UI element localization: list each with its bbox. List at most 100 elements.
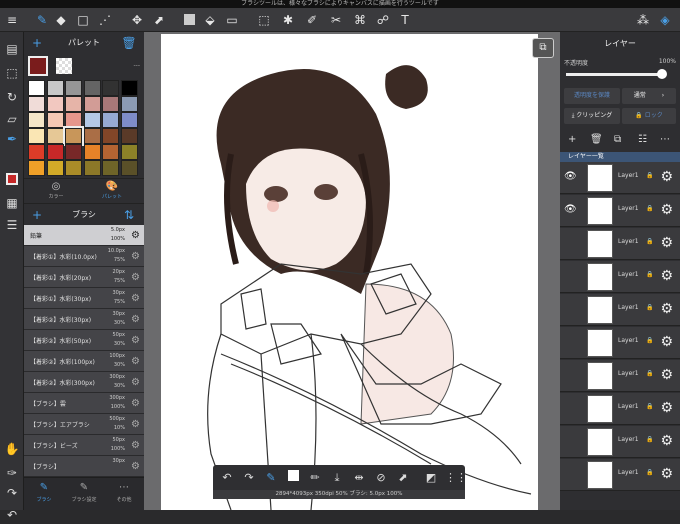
palette-swatch[interactable] [121, 96, 138, 112]
palette-swatch[interactable] [83, 96, 101, 112]
brush-item[interactable]: 【ブラシ】ビーズ 50px 100% ⚙ [24, 435, 144, 456]
palette-swatch[interactable] [83, 80, 101, 96]
palette-swatch[interactable] [121, 112, 138, 128]
pen-tool-icon[interactable]: ⋰ [96, 11, 114, 29]
layer-settings-icon[interactable]: ☷ [638, 134, 647, 145]
fill-color-icon[interactable] [180, 11, 198, 29]
palette-swatch[interactable] [102, 80, 120, 96]
layer-row[interactable]: Layer1 🔒 ⚙ [560, 360, 680, 392]
gear-icon[interactable]: ⚙ [131, 398, 140, 409]
layer-row[interactable]: Layer1 🔒 ⚙ [560, 426, 680, 458]
palette-swatch[interactable] [83, 112, 101, 128]
rotate-off-icon[interactable]: ⊘ [373, 470, 389, 486]
gear-icon[interactable]: ⚙ [131, 419, 140, 430]
hand-icon[interactable]: ✋ [3, 440, 21, 458]
flip-icon[interactable]: ⇹ [351, 470, 367, 486]
color-icon[interactable] [285, 470, 301, 486]
eraser-tool-icon[interactable]: ◆ [52, 11, 70, 29]
layer-row[interactable]: Layer1 🔒 ⚙ [560, 459, 680, 491]
pen-icon[interactable]: ✏ [307, 470, 323, 486]
brush-item[interactable]: 【ブラシ】エアブラシ 500px 10% ⚙ [24, 414, 144, 435]
duplicate-layer-icon[interactable]: ⧉ [614, 134, 621, 145]
palette-swatch[interactable] [65, 160, 83, 176]
palette-swatch[interactable] [121, 128, 138, 144]
gear-icon[interactable]: ⚙ [660, 334, 673, 350]
tab-brush-settings[interactable]: ブラシ設定 [66, 496, 102, 503]
opacity-slider[interactable] [566, 73, 662, 76]
gear-icon[interactable]: ⚙ [131, 314, 140, 325]
tab-color[interactable]: カラー [38, 193, 74, 200]
gear-icon[interactable]: ⚙ [660, 169, 673, 185]
palette-swatch[interactable] [28, 144, 45, 160]
layer-row[interactable]: Layer1 🔒 ⚙ [560, 294, 680, 326]
more-icon[interactable]: ⋯ [114, 482, 134, 493]
palette-swatch[interactable] [102, 144, 120, 160]
transparent-color[interactable] [56, 58, 72, 74]
add-layer-icon[interactable]: + [568, 134, 576, 145]
palette-swatch[interactable] [28, 128, 45, 144]
brush-item[interactable]: 【着彩②】水彩(30px) 30px 30% ⚙ [24, 309, 144, 330]
palette-swatch[interactable] [121, 80, 138, 96]
materials-icon[interactable]: ⁂ [634, 11, 652, 29]
gear-icon[interactable]: ⚙ [660, 268, 673, 284]
layer-row[interactable]: Layer1 🔒 ⚙ [560, 393, 680, 425]
gear-icon[interactable]: ⚙ [660, 202, 673, 218]
palette-swatch[interactable] [63, 126, 85, 146]
current-color[interactable] [28, 56, 48, 76]
bucket-tool-icon[interactable]: ⬙ [201, 11, 219, 29]
rotate-icon[interactable]: ↻ [3, 88, 21, 106]
magic-wand-icon[interactable]: ✱ [279, 11, 297, 29]
grid-icon[interactable]: ⋮⋮ [445, 470, 467, 486]
brush-item[interactable]: 【着彩①】水彩(30px) 30px 75% ⚙ [24, 288, 144, 309]
undo-icon[interactable]: ↶ [3, 506, 21, 524]
tab-palette[interactable]: パレット [94, 193, 130, 200]
ruler-icon[interactable]: ▱ [3, 110, 21, 128]
gear-icon[interactable]: ⚙ [131, 377, 140, 388]
palette-swatch[interactable] [46, 128, 64, 144]
transform-tool-icon[interactable]: ⬈ [150, 11, 168, 29]
brush-item[interactable]: 【着彩①】水彩(10.0px) 10.0px 75% ⚙ [24, 246, 144, 267]
gear-icon[interactable]: ⚙ [660, 301, 673, 317]
palette-swatch[interactable] [121, 144, 138, 160]
gear-icon[interactable]: ⚙ [131, 335, 140, 346]
palette-swatch[interactable] [46, 80, 64, 96]
select-pen-icon[interactable]: ✐ [303, 11, 321, 29]
gear-icon[interactable]: ⚙ [131, 272, 140, 283]
palette-swatch[interactable] [102, 112, 120, 128]
color-swatch-icon[interactable] [3, 172, 21, 190]
palette-swatch[interactable] [46, 160, 64, 176]
blend-mode-select[interactable]: 通常 › [622, 88, 676, 104]
palette-swatch[interactable] [46, 96, 64, 112]
hand-tool-icon[interactable]: ☍ [374, 11, 392, 29]
trash-icon[interactable]: 🗑 [120, 34, 138, 52]
palette-swatch[interactable] [28, 96, 45, 112]
palette-swatch[interactable] [102, 96, 120, 112]
gear-icon[interactable]: ⚙ [660, 400, 673, 416]
palette-swatch[interactable] [65, 80, 83, 96]
gradient-tool-icon[interactable]: ▭ [223, 11, 241, 29]
select-eraser-icon[interactable]: ✂ [327, 11, 345, 29]
redo-icon[interactable]: ↷ [241, 470, 257, 486]
gear-icon[interactable]: ⚙ [660, 433, 673, 449]
brush-tab-icon[interactable]: ✎ [34, 482, 54, 493]
gear-icon[interactable]: ⚙ [131, 461, 140, 472]
color-wheel-icon[interactable]: ◎ [44, 181, 68, 192]
brush-tool-icon[interactable]: ✎ [33, 11, 51, 29]
opacity-slider-knob[interactable] [657, 69, 667, 79]
palette-icon[interactable]: 🎨 [100, 181, 124, 192]
palette-swatch[interactable] [83, 160, 101, 176]
palette-swatch[interactable] [28, 80, 45, 96]
pages-icon[interactable]: ▤ [3, 40, 21, 58]
shape-tool-icon[interactable]: □ [74, 11, 92, 29]
eye-icon[interactable]: 👁 [564, 204, 577, 215]
gear-icon[interactable]: ⚙ [660, 367, 673, 383]
menu-icon[interactable]: ≡ [3, 11, 21, 29]
canvas[interactable] [161, 34, 538, 510]
brush-item[interactable]: 鉛筆 5.0px 100% ⚙ [24, 225, 144, 246]
eye-icon[interactable]: 👁 [564, 171, 577, 182]
layer-row[interactable]: 👁 Layer1 🔒 ⚙ [560, 162, 680, 194]
delete-layer-icon[interactable]: 🗑 [590, 134, 603, 145]
palette-swatch[interactable] [65, 112, 83, 128]
layer-more-icon[interactable]: ⋯ [660, 134, 670, 145]
gear-icon[interactable]: ⚙ [131, 293, 140, 304]
